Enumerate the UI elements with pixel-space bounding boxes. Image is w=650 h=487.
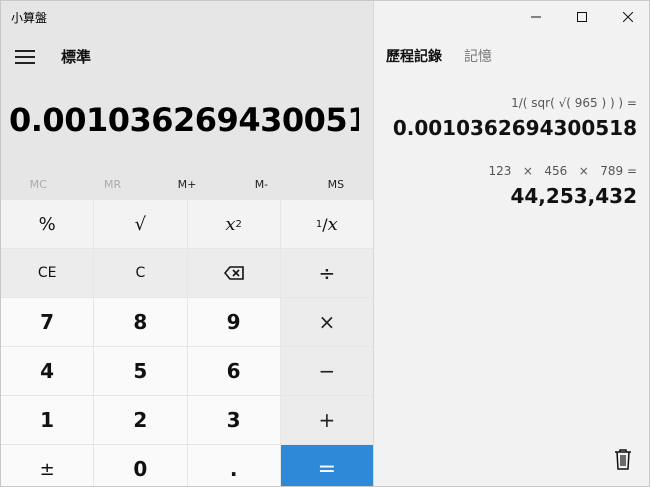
history-panel: 歷程記錄 記憶 1/( sqr( √( 965 ) ) ) = 0.001036…: [373, 1, 649, 486]
history-expression: 1/( sqr( √( 965 ) ) ) =: [511, 96, 637, 110]
keypad: % √ x2 1/x CE C ÷ 7 8 9 × 4 5 6 − 1 2 3 …: [1, 200, 373, 486]
digit-1-button[interactable]: 1: [1, 396, 94, 444]
calculator-panel: 小算盤 標準 0.0010362694300518 MC MR M+ M- MS…: [1, 1, 373, 486]
minimize-icon: [531, 16, 541, 18]
hamburger-icon: [15, 50, 35, 52]
history-result: 0.0010362694300518: [392, 116, 637, 140]
reciprocal-button[interactable]: 1/x: [280, 200, 373, 248]
result-display: 0.0010362694300518: [9, 101, 359, 139]
memory-clear-button[interactable]: MC: [1, 169, 75, 199]
maximize-button[interactable]: [559, 1, 605, 33]
digit-5-button[interactable]: 5: [94, 347, 187, 395]
square-base: x: [225, 213, 236, 235]
digit-9-button[interactable]: 9: [187, 298, 280, 346]
backspace-button[interactable]: [187, 249, 280, 297]
title-bar: 小算盤: [1, 1, 373, 33]
minimize-button[interactable]: [513, 1, 559, 33]
tab-memory[interactable]: 記憶: [464, 46, 492, 66]
history-expression: 123 × 456 × 789 =: [488, 164, 637, 178]
reciprocal-denominator: x: [327, 213, 338, 235]
window-title: 小算盤: [11, 10, 48, 25]
history-result: 44,253,432: [510, 184, 637, 208]
memory-row: MC MR M+ M- MS: [1, 169, 373, 199]
memory-add-button[interactable]: M+: [150, 169, 224, 199]
subtract-button[interactable]: −: [280, 347, 373, 395]
clear-button[interactable]: C: [94, 249, 187, 297]
tab-history[interactable]: 歷程記錄: [386, 46, 442, 66]
decimal-button[interactable]: .: [187, 445, 280, 486]
digit-7-button[interactable]: 7: [1, 298, 94, 346]
memory-subtract-button[interactable]: M-: [224, 169, 298, 199]
close-icon: [623, 12, 633, 22]
equals-button[interactable]: =: [280, 445, 373, 486]
square-exponent: 2: [235, 218, 242, 230]
backspace-icon: [223, 266, 244, 280]
window-controls: [513, 1, 649, 33]
trash-icon: [615, 449, 631, 470]
close-button[interactable]: [605, 1, 649, 33]
memory-recall-button[interactable]: MR: [75, 169, 149, 199]
clear-history-button[interactable]: [613, 448, 637, 474]
square-root-button[interactable]: √: [94, 200, 187, 248]
percent-button[interactable]: %: [1, 200, 94, 248]
multiply-button[interactable]: ×: [280, 298, 373, 346]
digit-0-button[interactable]: 0: [94, 445, 187, 486]
divide-button[interactable]: ÷: [280, 249, 373, 297]
history-item[interactable]: 123 × 456 × 789 = 44,253,432: [377, 164, 637, 208]
digit-6-button[interactable]: 6: [187, 347, 280, 395]
panel-tabs: 歷程記錄 記憶: [386, 46, 492, 66]
square-button[interactable]: x2: [187, 200, 280, 248]
mode-title: 標準: [61, 48, 92, 66]
digit-2-button[interactable]: 2: [94, 396, 187, 444]
history-list: 1/( sqr( √( 965 ) ) ) = 0.00103626943005…: [377, 96, 637, 232]
history-item[interactable]: 1/( sqr( √( 965 ) ) ) = 0.00103626943005…: [377, 96, 637, 140]
digit-8-button[interactable]: 8: [94, 298, 187, 346]
hamburger-menu-button[interactable]: [9, 41, 41, 73]
calculator-window: 小算盤 標準 0.0010362694300518 MC MR M+ M- MS…: [0, 0, 650, 487]
clear-entry-button[interactable]: CE: [1, 249, 94, 297]
add-button[interactable]: +: [280, 396, 373, 444]
maximize-icon: [577, 12, 587, 22]
memory-store-button[interactable]: MS: [299, 169, 373, 199]
negate-button[interactable]: ±: [1, 445, 94, 486]
digit-4-button[interactable]: 4: [1, 347, 94, 395]
digit-3-button[interactable]: 3: [187, 396, 280, 444]
